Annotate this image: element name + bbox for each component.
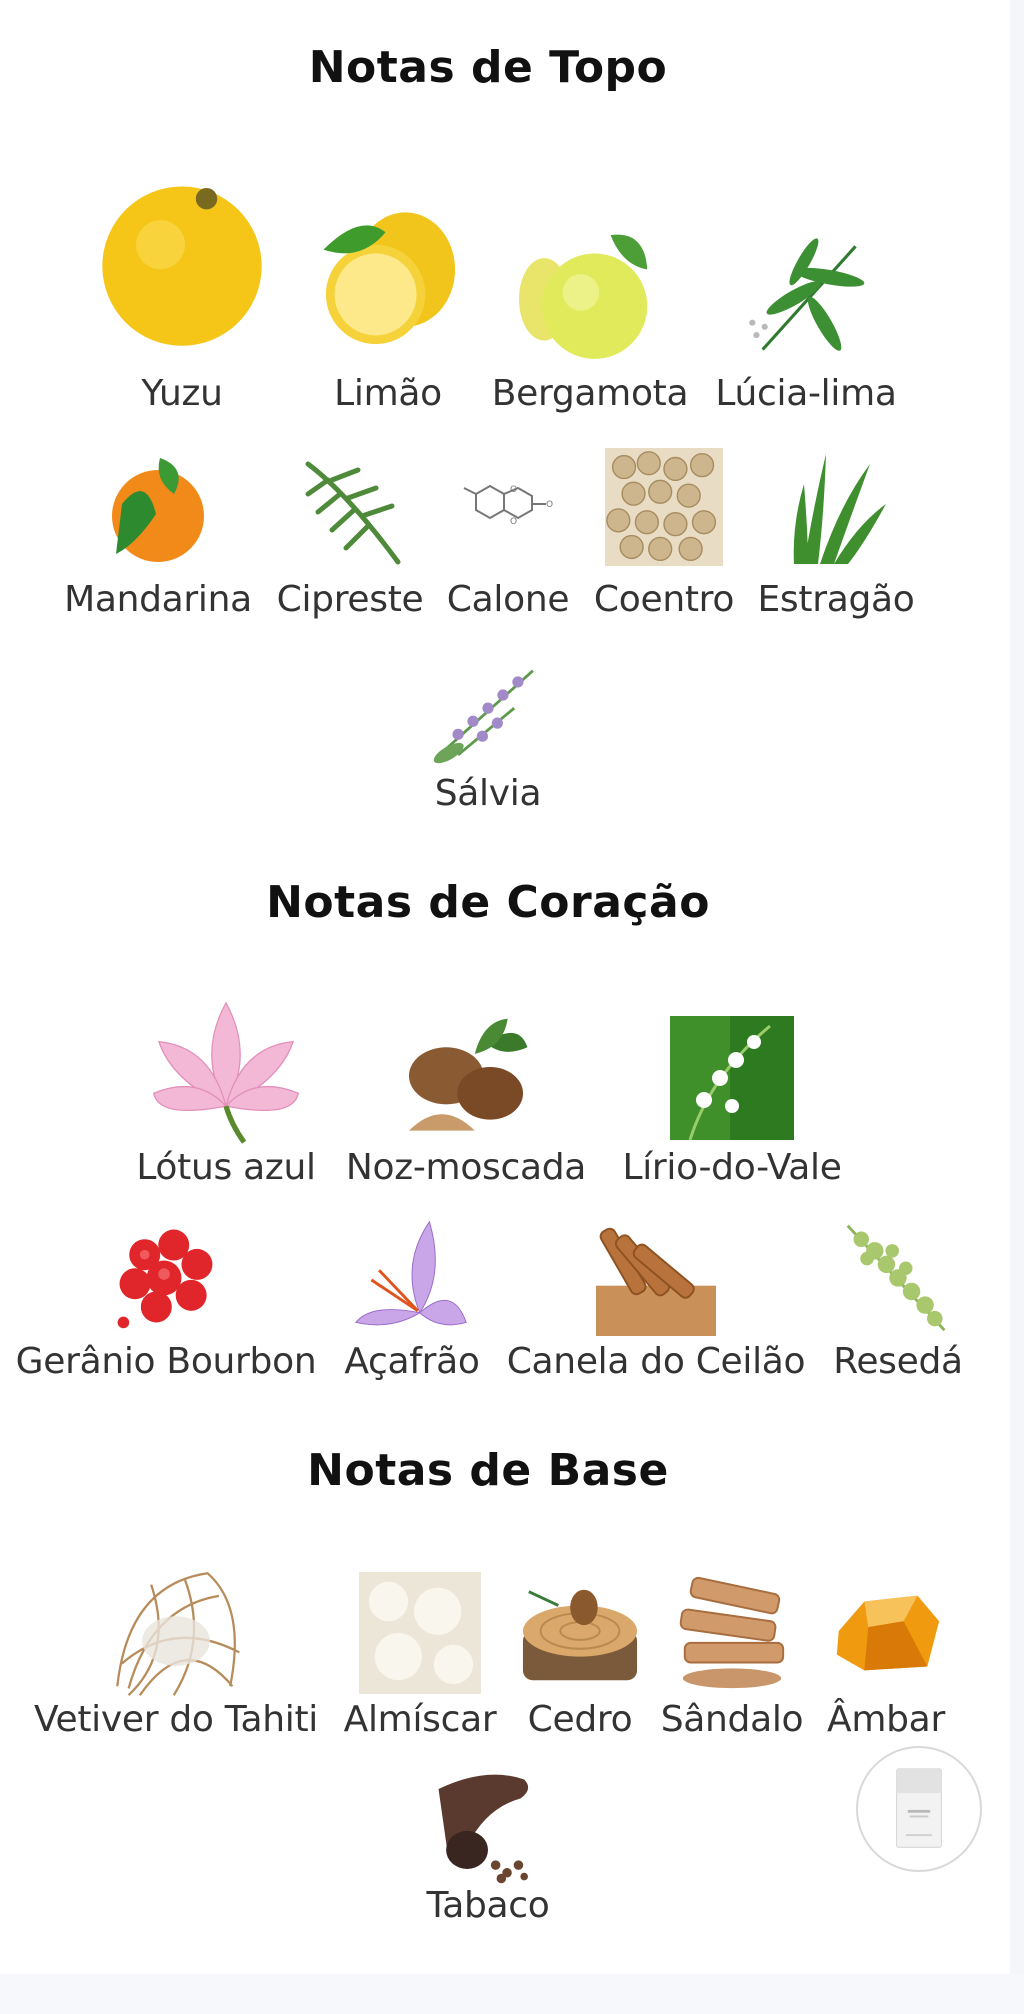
lemon-icon (311, 200, 465, 354)
bergamot-icon (519, 226, 661, 368)
sandalwood-icon (671, 1572, 793, 1694)
section-title-top: Notas de Topo (308, 42, 668, 93)
lemon-verbena-icon (742, 236, 870, 364)
yuzu-icon (87, 165, 277, 355)
mandarin-icon (96, 444, 220, 568)
section-title-heart: Notas de Coração (266, 877, 710, 928)
geranium-icon (106, 1216, 226, 1336)
note-label: Lírio-do-Vale (622, 1147, 842, 1188)
sage-icon (430, 652, 546, 768)
svg-text:O: O (510, 485, 517, 495)
note-label: Lúcia-lima (715, 373, 897, 414)
note-label: Tabaco (426, 1885, 550, 1926)
bottom-edge-strip (0, 1974, 1024, 2014)
perfume-bottle-thumbnail[interactable] (856, 1746, 982, 1872)
note-label: Estragão (757, 579, 915, 620)
reseda-icon (838, 1216, 958, 1336)
section-title-base: Notas de Base (307, 1445, 669, 1496)
coriander-seeds-icon (605, 448, 723, 566)
saffron-icon (352, 1216, 472, 1336)
nutmeg-icon (398, 1010, 534, 1146)
note-label: Sálvia (434, 773, 542, 814)
lily-of-the-valley-icon (670, 1016, 794, 1140)
cedar-icon (519, 1572, 641, 1694)
musk-icon (359, 1572, 481, 1694)
tarragon-icon (774, 444, 898, 568)
cypress-icon (288, 444, 412, 568)
svg-text:O: O (510, 517, 517, 527)
note-label: Âmbar (827, 1699, 945, 1740)
svg-text:O: O (546, 500, 553, 510)
vetiver-icon (106, 1562, 246, 1702)
note-label: Resedá (833, 1341, 963, 1382)
amber-icon (825, 1572, 947, 1694)
tobacco-icon (429, 1770, 547, 1888)
molecule-icon: O O O (446, 444, 570, 568)
lotus-icon (146, 990, 306, 1150)
cinnamon-icon (596, 1216, 716, 1336)
perfume-bottle-icon (896, 1768, 942, 1848)
